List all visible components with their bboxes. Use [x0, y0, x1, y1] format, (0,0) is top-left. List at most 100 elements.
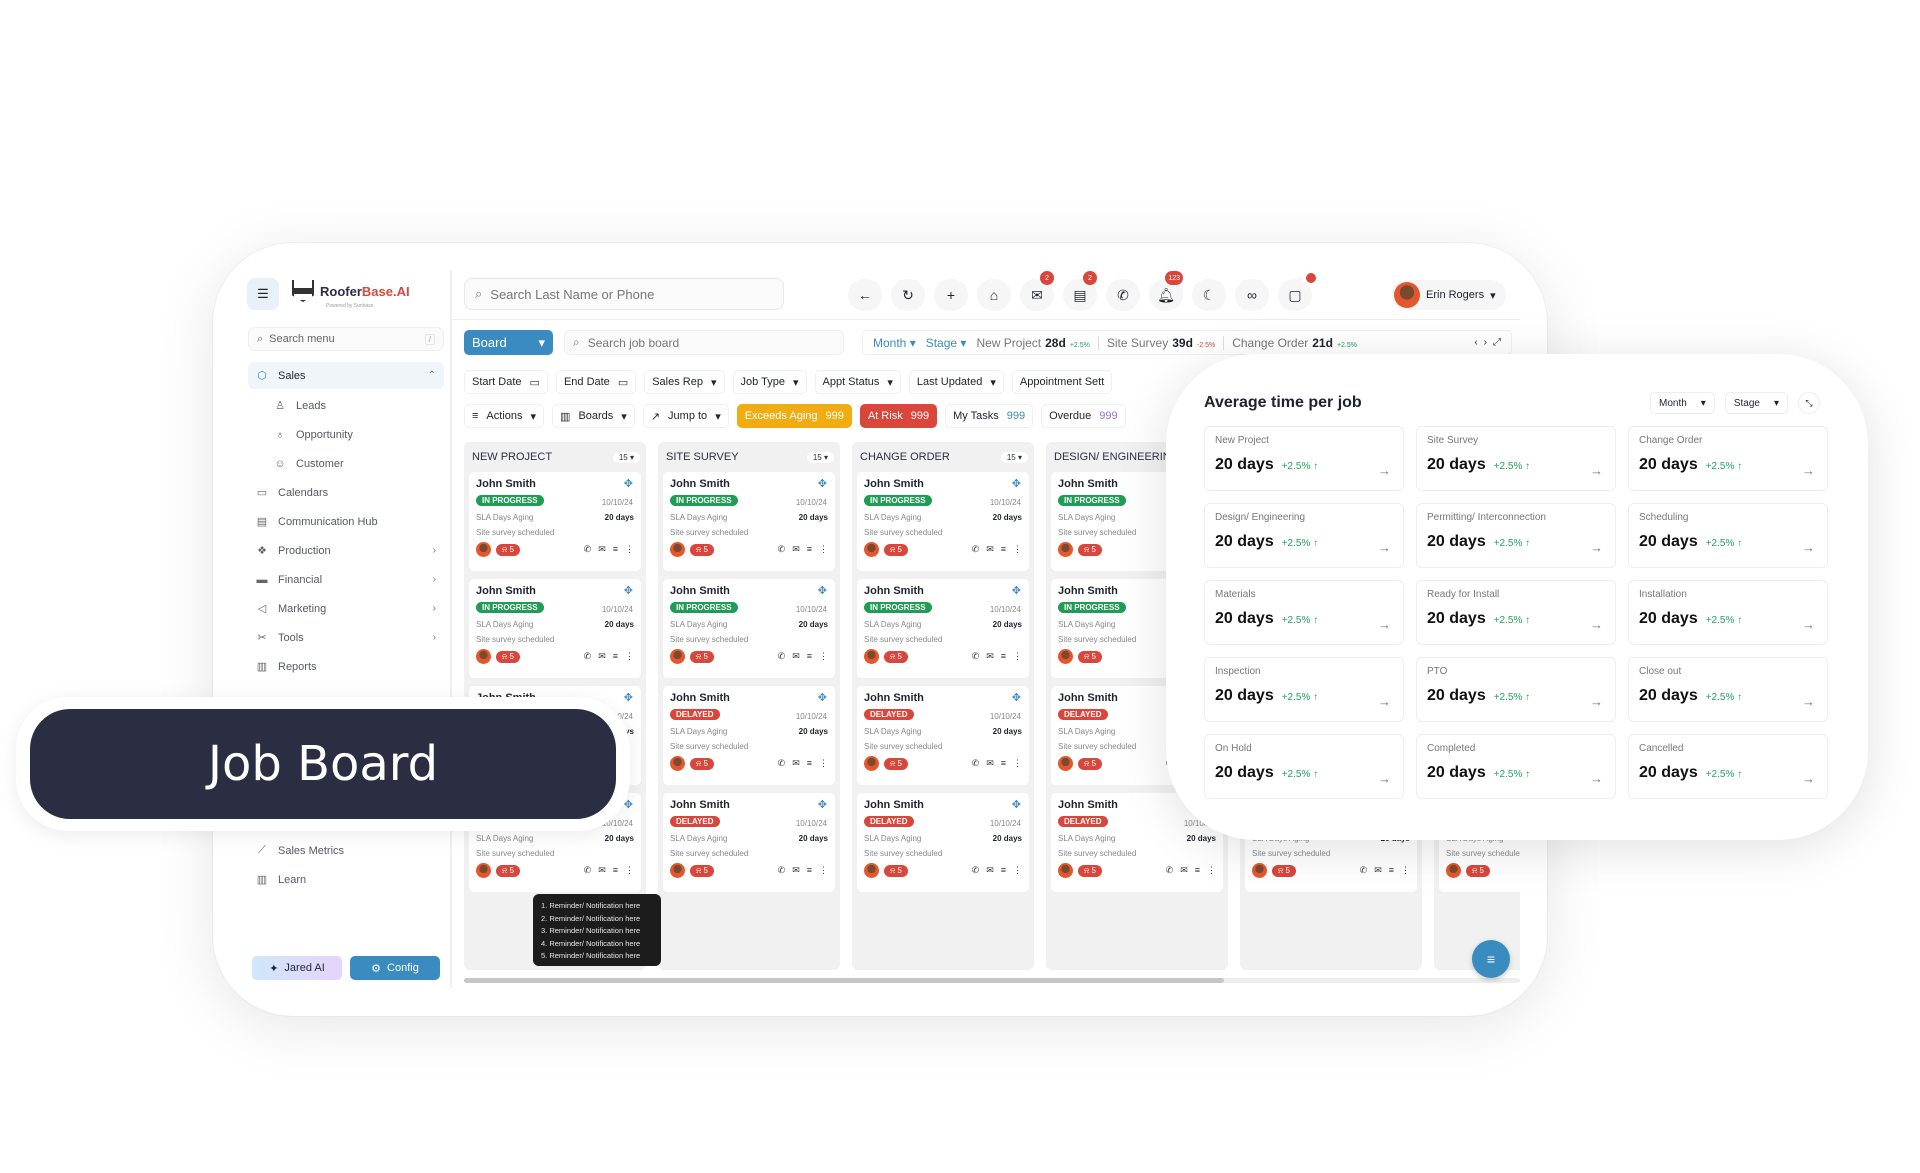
arrow-right-icon[interactable]: → — [1590, 540, 1603, 555]
mail-icon[interactable]: ✉ — [792, 758, 800, 769]
arrow-right-icon[interactable]: → — [1378, 463, 1391, 478]
metric-card[interactable]: Permitting/ Interconnection 20 days +2.5% … — [1416, 503, 1616, 568]
more-icon[interactable]: ⋮ — [1401, 865, 1410, 876]
mail-icon[interactable]: ✉ — [986, 865, 994, 876]
drag-handle-icon[interactable]: ✥ — [818, 477, 827, 490]
tasks-icon[interactable]: ≡ — [613, 651, 618, 662]
filter-job-type[interactable]: Job Type ▾ — [732, 370, 807, 394]
tasks-icon[interactable]: ≡ — [1001, 544, 1006, 555]
sidebar-item-calendars[interactable]: ▭ Calendars — [248, 478, 444, 507]
user-menu[interactable]: Erin Rogers ▾ — [1392, 280, 1506, 310]
phone-icon[interactable]: ✆ — [972, 758, 980, 769]
job-card[interactable]: John Smith ✥ IN PROGRESS 10/10/24 SLA Days A… — [469, 472, 641, 571]
jump-to-dropdown[interactable]: ↗ Jump to ▾ — [642, 404, 729, 428]
drag-handle-icon[interactable]: ✥ — [624, 691, 633, 704]
column-count-select[interactable]: 15 ▾ — [806, 451, 834, 463]
more-icon[interactable]: ⋮ — [1013, 651, 1022, 662]
reminder-badge[interactable]: ⍾ 5 — [1078, 757, 1102, 770]
next-icon[interactable]: › — [1484, 337, 1487, 348]
phone-icon[interactable]: ✆ — [584, 651, 592, 662]
stage-select[interactable]: Stage ▾ — [926, 336, 967, 350]
job-card[interactable]: John Smith ✥ DELAYED 10/10/24 SLA Days Aging… — [857, 793, 1029, 892]
column-count-select[interactable]: 15 ▾ — [1000, 451, 1028, 463]
reminder-badge[interactable]: ⍾ 5 — [1078, 650, 1102, 663]
moon-button[interactable]: ☾ — [1192, 279, 1226, 311]
my-tasks-filter[interactable]: My Tasks 999 — [945, 404, 1034, 428]
job-card[interactable]: John Smith ✥ DELAYED 10/10/24 SLA Days Aging… — [857, 686, 1029, 785]
mail-icon[interactable]: ✉ — [598, 865, 606, 876]
metric-card[interactable]: On Hold 20 days +2.5% ↑ → — [1204, 734, 1404, 799]
job-card[interactable]: John Smith ✥ IN PROGRESS 10/10/24 SLA Days A… — [469, 579, 641, 678]
filter-last-updated[interactable]: Last Updated ▾ — [908, 370, 1004, 394]
more-icon[interactable]: ⋮ — [1013, 758, 1022, 769]
message-button[interactable]: ▤ 2 — [1063, 271, 1097, 311]
sidebar-item-tools[interactable]: ✂ Tools › — [248, 623, 444, 652]
metric-card[interactable]: New Project 20 days +2.5% ↑ → — [1204, 426, 1404, 491]
back-button[interactable]: ← — [848, 279, 882, 311]
refresh-button[interactable]: ↻ — [891, 279, 925, 311]
tasks-icon[interactable]: ≡ — [1195, 865, 1200, 876]
tasks-icon[interactable]: ≡ — [807, 651, 812, 662]
drag-handle-icon[interactable]: ✥ — [818, 584, 827, 597]
tasks-icon[interactable]: ≡ — [1001, 651, 1006, 662]
mail-icon[interactable]: ✉ — [986, 651, 994, 662]
jared-ai-button[interactable]: ✦ Jared AI — [252, 956, 342, 980]
horizontal-scrollbar[interactable] — [464, 978, 1520, 983]
metric-card[interactable]: Inspection 20 days +2.5% ↑ → — [1204, 657, 1404, 722]
config-button[interactable]: ⚙ Config — [350, 956, 440, 980]
metric-card[interactable]: Scheduling 20 days +2.5% ↑ → — [1628, 503, 1828, 568]
reminder-badge[interactable]: ⍾ 5 — [884, 757, 908, 770]
sidebar-item-opportunity[interactable]: ♁ Opportunity — [248, 420, 444, 449]
drag-handle-icon[interactable]: ✥ — [1012, 477, 1021, 490]
arrow-right-icon[interactable]: → — [1802, 771, 1815, 786]
mail-icon[interactable]: ✉ — [986, 544, 994, 555]
mail-button[interactable]: ✉ 2 — [1020, 271, 1054, 311]
sidebar-item-learn[interactable]: ▥ Learn — [248, 865, 444, 894]
exceeds-aging-filter[interactable]: Exceeds Aging 999 — [736, 404, 852, 428]
phone-icon[interactable]: ✆ — [1166, 865, 1174, 876]
arrow-right-icon[interactable]: → — [1802, 540, 1815, 555]
mail-icon[interactable]: ✉ — [792, 544, 800, 555]
arrow-right-icon[interactable]: → — [1590, 463, 1603, 478]
reminder-badge[interactable]: ⍾ 5 — [1272, 864, 1296, 877]
glasses-button[interactable]: ∞ — [1235, 279, 1269, 311]
reminder-badge[interactable]: ⍾ 5 — [496, 650, 520, 663]
phone-icon[interactable]: ✆ — [972, 865, 980, 876]
more-icon[interactable]: ⋮ — [625, 544, 634, 555]
phone-button[interactable]: ✆ — [1106, 279, 1140, 311]
drag-handle-icon[interactable]: ✥ — [818, 691, 827, 704]
arrow-right-icon[interactable]: → — [1590, 771, 1603, 786]
floating-menu-button[interactable]: ≡ — [1472, 940, 1510, 978]
tasks-icon[interactable]: ≡ — [807, 758, 812, 769]
prev-icon[interactable]: ‹ — [1474, 337, 1477, 348]
reminder-badge[interactable]: ⍾ 5 — [884, 864, 908, 877]
sidebar-item-sales-metrics[interactable]: ⟋ Sales Metrics — [248, 836, 444, 865]
more-icon[interactable]: ⋮ — [819, 651, 828, 662]
tasks-icon[interactable]: ≡ — [1389, 865, 1394, 876]
menu-collapse-button[interactable]: ☰ — [247, 278, 279, 310]
metric-card[interactable]: Completed 20 days +2.5% ↑ → — [1416, 734, 1616, 799]
more-icon[interactable]: ⋮ — [625, 651, 634, 662]
phone-icon[interactable]: ✆ — [778, 865, 786, 876]
reminder-badge[interactable]: ⍾ 5 — [690, 864, 714, 877]
column-count-select[interactable]: 15 ▾ — [612, 451, 640, 463]
reminder-badge[interactable]: ⍾ 5 — [884, 650, 908, 663]
tasks-icon[interactable]: ≡ — [807, 865, 812, 876]
tasks-icon[interactable]: ≡ — [1001, 758, 1006, 769]
drag-handle-icon[interactable]: ✥ — [1012, 584, 1021, 597]
phone-icon[interactable]: ✆ — [1360, 865, 1368, 876]
home-button[interactable]: ⌂ — [977, 279, 1011, 311]
metric-card[interactable]: Ready for Install 20 days +2.5% ↑ → — [1416, 580, 1616, 645]
arrow-right-icon[interactable]: → — [1378, 617, 1391, 632]
more-icon[interactable]: ⋮ — [1013, 544, 1022, 555]
view-select[interactable]: Board ▾ — [464, 330, 553, 355]
filter-appt-status[interactable]: Appt Status ▾ — [814, 370, 901, 394]
mail-icon[interactable]: ✉ — [986, 758, 994, 769]
tasks-icon[interactable]: ≡ — [1001, 865, 1006, 876]
drag-handle-icon[interactable]: ✥ — [624, 584, 633, 597]
arrow-right-icon[interactable]: → — [1378, 771, 1391, 786]
mail-icon[interactable]: ✉ — [598, 651, 606, 662]
metric-card[interactable]: Change Order 20 days +2.5% ↑ → — [1628, 426, 1828, 491]
metric-card[interactable]: Cancelled 20 days +2.5% ↑ → — [1628, 734, 1828, 799]
sidebar-item-leads[interactable]: ♙ Leads — [248, 391, 444, 420]
